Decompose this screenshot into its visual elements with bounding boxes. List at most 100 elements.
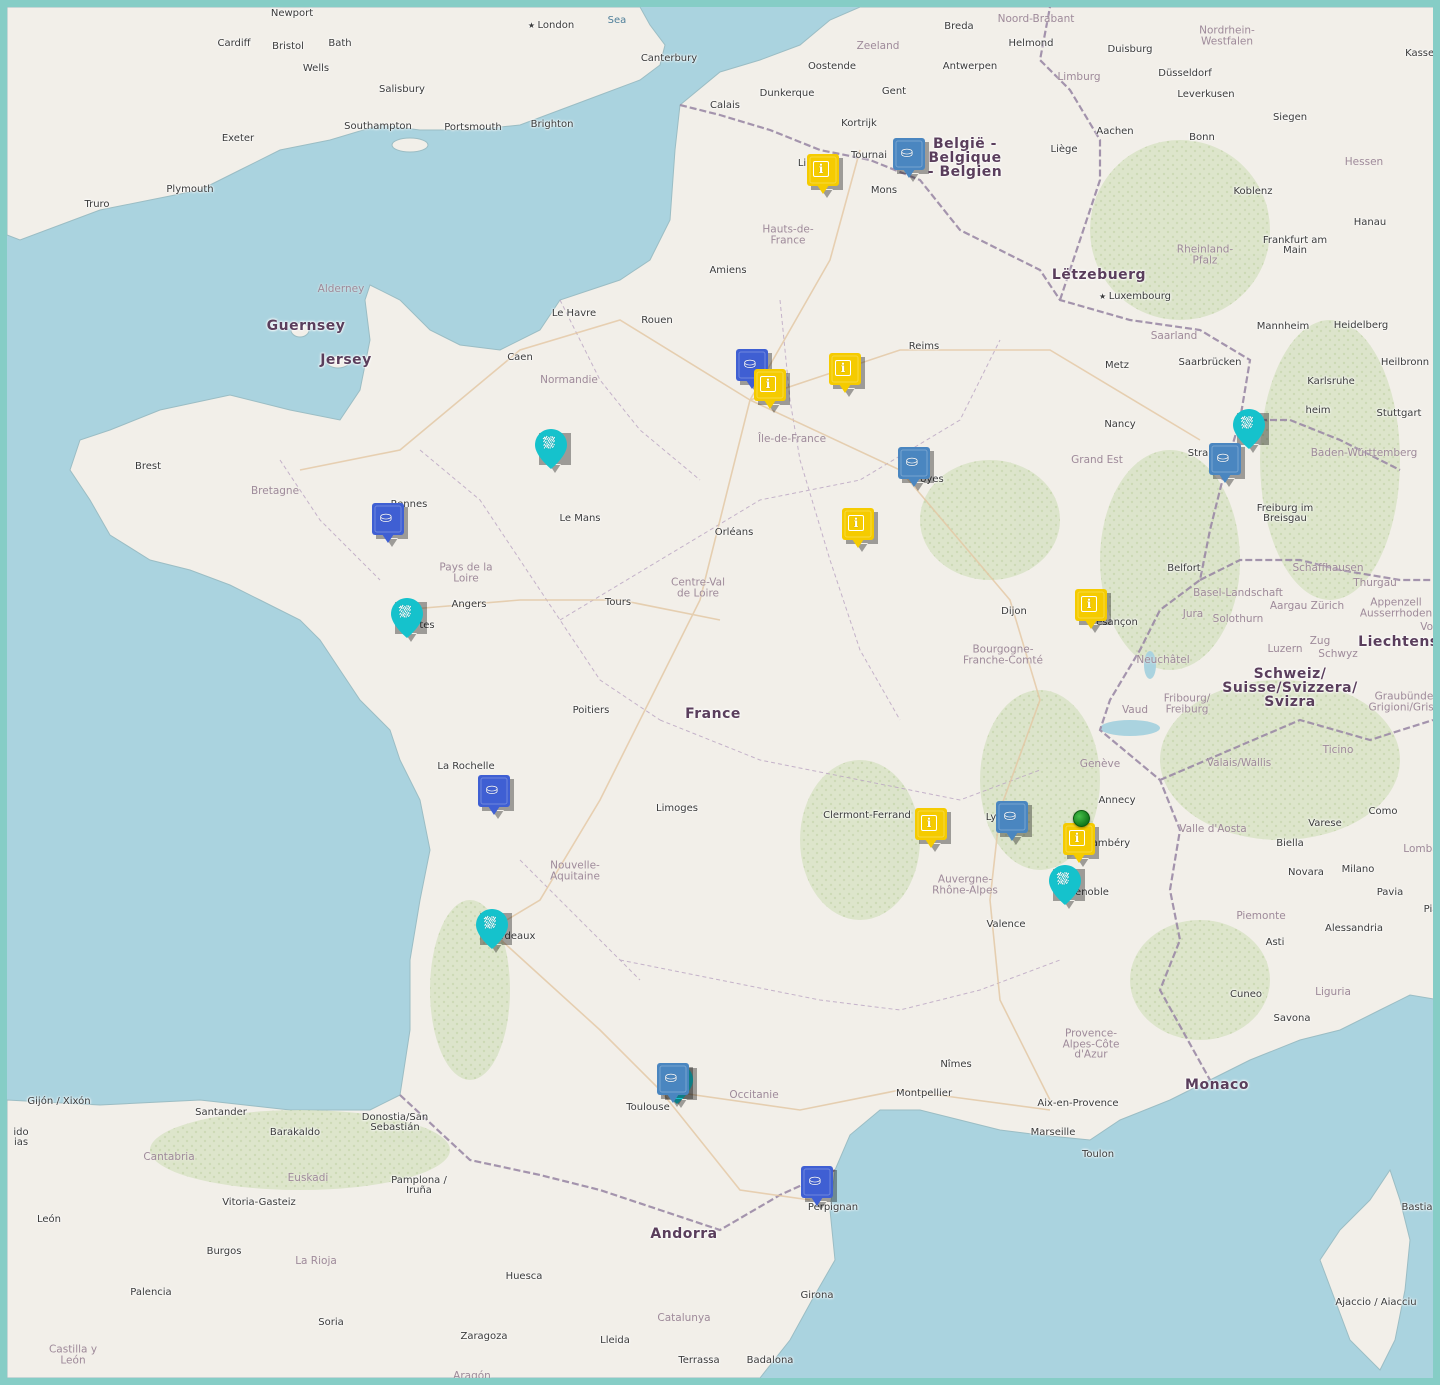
region-label-zug: Zug (1309, 634, 1331, 647)
city-label-zaragoza: Zaragoza (460, 1331, 508, 1342)
water-label-north-sea: Sea (607, 15, 627, 26)
info-icon: i (805, 157, 837, 179)
shower-icon: ⛆ (542, 434, 555, 452)
region-label-normandie: Normandie (540, 373, 598, 386)
region-label-thurgau: Thurgau (1353, 576, 1397, 589)
region-label-valais: Valais/Wallis (1206, 756, 1272, 769)
city-label-tours: Tours (604, 597, 632, 608)
map-marker-shop-lyon[interactable]: ⛀ (994, 799, 1032, 845)
shower-icon: ⛆ (1056, 870, 1069, 888)
city-label-stuttgart: Stuttgart (1376, 408, 1422, 419)
city-label-koblenz: Koblenz (1233, 186, 1273, 197)
city-label-duisburg: Duisburg (1107, 44, 1153, 55)
country-label-monaco: Monaco (1185, 1077, 1249, 1093)
region-label-basel: Basel-Landschaft (1193, 586, 1283, 599)
map-marker-info-clermont[interactable]: i (913, 806, 951, 852)
city-label-oviedo: ido ias (13, 1127, 29, 1148)
city-label-metz: Metz (1105, 360, 1129, 371)
city-label-novara: Novara (1288, 867, 1324, 878)
city-label-kassel: Kassel (1405, 48, 1437, 59)
city-label-plymouth: Plymouth (166, 184, 214, 195)
city-label-ajaccio: Ajaccio / Aiacciu (1335, 1297, 1417, 1308)
city-label-belfort: Belfort (1167, 563, 1201, 574)
city-label-santander: Santander (195, 1107, 247, 1118)
map-marker-shower-le-mans-area[interactable]: ⛆ (533, 427, 571, 473)
city-label-huesca: Huesca (505, 1271, 543, 1282)
city-label-soria: Soria (318, 1317, 344, 1328)
map-marker-shop-strasbourg-b[interactable]: ⛀ (1207, 441, 1245, 487)
city-label-siegen: Siegen (1272, 112, 1308, 123)
city-label-exeter: Exeter (221, 133, 255, 144)
region-label-jura: Jura (1182, 607, 1204, 620)
city-label-toulon: Toulon (1081, 1149, 1115, 1160)
city-label-varese: Varese (1308, 818, 1342, 829)
city-label-strasbourg: Stra (1187, 448, 1209, 459)
city-label-pamplona: Pamplona / Iruña (391, 1175, 447, 1196)
map-marker-shop-dark-perpignan[interactable]: ⛀ (799, 1164, 837, 1210)
city-label-portsmouth: Portsmouth (444, 122, 502, 133)
country-label-guernsey: Guernsey (266, 318, 346, 334)
city-label-canterbury: Canterbury (640, 53, 698, 64)
city-label-karlsruhe: Karlsruhe (1307, 376, 1355, 387)
city-label-nimes: Nîmes (940, 1059, 972, 1070)
city-label-mannheim: Mannheim (1256, 321, 1310, 332)
city-label-heilbronn: Heilbronn (1380, 357, 1430, 368)
region-label-geneve: Genève (1079, 757, 1121, 770)
shower-icon: ⛆ (483, 914, 496, 932)
region-label-catalunya: Catalunya (657, 1311, 711, 1324)
map-marker-info-paris-b[interactable]: i (752, 367, 790, 413)
map-canvas[interactable] (7, 7, 1433, 1378)
map-marker-shop-troyes[interactable]: ⛀ (896, 445, 934, 491)
map-marker-shower-bordeaux[interactable]: ⛆ (474, 907, 512, 953)
map-marker-shower-grenoble[interactable]: ⛆ (1047, 863, 1085, 909)
basket-icon: ⛀ (905, 452, 919, 470)
info-icon: i (1061, 826, 1093, 848)
city-label-clermont: Clermont-Ferrand (823, 810, 911, 821)
city-label-salisbury: Salisbury (379, 84, 425, 95)
city-label-lleida: Lleida (600, 1335, 630, 1346)
map-marker-info-reims-area[interactable]: i (827, 351, 865, 397)
region-label-neuchatel: Neuchâtel (1136, 653, 1190, 666)
city-label-gijon: Gijón / Xixón (27, 1096, 91, 1107)
region-label-alderney: Alderney (317, 282, 365, 295)
map-marker-shop-toulouse-b[interactable]: ⛀ (655, 1061, 693, 1107)
region-label-aragon: Aragón (453, 1369, 491, 1382)
map-marker-info-auxerre-area[interactable]: i (840, 506, 878, 552)
city-label-limoges: Limoges (656, 803, 698, 814)
region-label-baden: Baden-Württemberg (1310, 446, 1418, 459)
city-label-aix: Aix-en-Provence (1037, 1098, 1119, 1109)
map-marker-info-besancon[interactable]: i (1073, 587, 1111, 633)
region-label-fribourg: Fribourg/Freiburg (1163, 692, 1211, 715)
map-marker-shop-dark-rennes[interactable]: ⛀ (370, 501, 408, 547)
map-marker-shop-tournai[interactable]: ⛀ (891, 136, 929, 182)
region-label-schwyz: Schwyz (1318, 647, 1358, 660)
map-marker-info-chambery[interactable]: i (1061, 821, 1099, 867)
region-label-rheinland: Rheinland- Pfalz (1176, 243, 1234, 266)
city-label-kortrijk: Kortrijk (841, 118, 877, 129)
city-label-marseille: Marseille (1030, 1127, 1076, 1138)
city-label-dusseldorf: Düsseldorf (1158, 68, 1212, 79)
city-label-cuneo: Cuneo (1230, 989, 1262, 1000)
city-label-leon: León (36, 1214, 62, 1225)
city-label-london: London (528, 21, 575, 31)
city-label-palencia: Palencia (130, 1287, 172, 1298)
region-label-nordrhein: Nordrhein- Westfalen (1199, 24, 1255, 47)
map-marker-shower-nantes[interactable]: ⛆ (389, 596, 427, 642)
region-label-vorarl: Vora (1420, 620, 1438, 633)
city-label-brighton: Brighton (530, 119, 574, 130)
map-marker-shop-dark-la-rochelle[interactable]: ⛀ (476, 773, 514, 819)
map-marker-info-lille[interactable]: i (805, 152, 843, 198)
city-label-pavia: Pavia (1376, 887, 1404, 898)
region-label-liguria: Liguria (1315, 985, 1351, 998)
city-label-wells: Wells (302, 63, 330, 74)
city-label-nancy: Nancy (1104, 419, 1136, 430)
current-location-marker[interactable] (1073, 810, 1090, 827)
region-label-schaffhausen: Schaffhausen (1292, 561, 1364, 574)
info-icon: i (827, 356, 859, 378)
city-label-alessandria: Alessandria (1324, 923, 1384, 934)
city-label-le-havre: Le Havre (551, 308, 597, 319)
region-label-lombardia: Lomba (1403, 842, 1439, 855)
city-label-truro: Truro (84, 199, 110, 210)
info-icon: i (1073, 592, 1105, 614)
region-label-saarland: Saarland (1150, 329, 1198, 342)
